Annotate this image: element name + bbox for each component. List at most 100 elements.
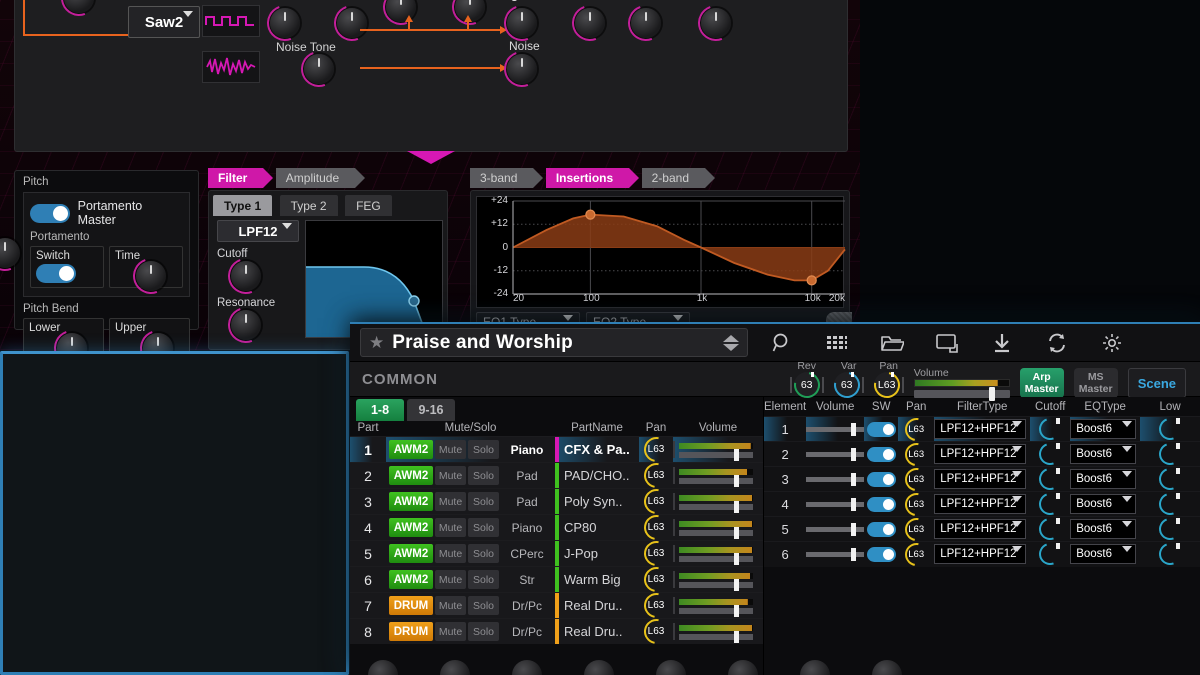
element-eq-type-cell[interactable]: Boost6	[1070, 441, 1141, 467]
portamento-time-knob[interactable]	[127, 252, 175, 300]
element-volume-slider[interactable]	[806, 447, 865, 461]
table-row[interactable]: 4 AWM2 Mute Solo Piano CP80 L63	[350, 510, 763, 545]
solo-button[interactable]: Solo	[468, 570, 499, 589]
row3-knob-3[interactable]	[622, 0, 670, 47]
element-eq-type-select[interactable]: Boost6	[1070, 494, 1137, 514]
element-sw-toggle[interactable]	[866, 546, 896, 562]
element-sw-toggle[interactable]	[866, 496, 896, 512]
element-low-knob[interactable]	[1155, 489, 1185, 519]
part-name-cell[interactable]: Real Dru..	[555, 618, 639, 644]
part-volume-cell[interactable]	[673, 592, 763, 619]
rev-knob[interactable]: 63	[788, 366, 825, 404]
solo-button[interactable]: Solo	[468, 440, 499, 459]
element-filter-type-select[interactable]: LPF12+HPF12	[934, 419, 1027, 439]
resonance-knob[interactable]	[222, 301, 270, 349]
part-name-cell[interactable]: CP80	[555, 514, 639, 541]
solo-button[interactable]: Solo	[468, 596, 499, 615]
table-row[interactable]: 3 L63 LPF12+HPF12 Boost6	[764, 462, 1200, 496]
gear-icon[interactable]	[1084, 324, 1139, 361]
element-pan-cell[interactable]: L63	[898, 538, 935, 571]
element-filter-type-select[interactable]: LPF12+HPF12	[934, 519, 1027, 539]
element-cutoff-knob[interactable]	[1035, 464, 1065, 494]
solo-button[interactable]: Solo	[468, 622, 499, 641]
element-cutoff-knob[interactable]	[1035, 489, 1065, 519]
element-eq-type-cell[interactable]: Boost6	[1070, 416, 1141, 442]
element-low-cell[interactable]	[1140, 439, 1200, 469]
solo-button[interactable]: Solo	[468, 518, 499, 537]
part-pan-cell[interactable]: L63	[638, 458, 674, 493]
bottom-knob-3[interactable]	[512, 660, 542, 675]
part-volume-slider[interactable]	[679, 605, 753, 617]
pan-knob[interactable]: L63	[868, 366, 905, 404]
cutoff-knob[interactable]	[222, 252, 270, 300]
element-volume-slider[interactable]	[806, 472, 865, 486]
element-pan-cell[interactable]: L63	[898, 462, 935, 496]
waveform-preview-noise[interactable]	[202, 51, 260, 83]
part-pan-cell[interactable]: L63	[638, 562, 674, 597]
table-row[interactable]: 1 AWM2 Mute Solo Piano CFX & Pa.. L63	[350, 432, 763, 467]
element-filter-type-select[interactable]: LPF12+HPF12	[934, 444, 1027, 464]
grid-icon[interactable]	[809, 324, 864, 361]
element-filter-type-cell[interactable]: LPF12+HPF12	[934, 441, 1031, 467]
element-sw-cell[interactable]	[864, 441, 899, 467]
part-pan-knob[interactable]: L63	[638, 588, 674, 623]
bottom-knob-7[interactable]	[800, 660, 830, 675]
element-cutoff-cell[interactable]	[1030, 439, 1071, 469]
element-cutoff-cell[interactable]	[1030, 489, 1071, 519]
osc3-param-knob-b[interactable]	[328, 0, 376, 47]
mute-button[interactable]: Mute	[435, 518, 466, 537]
element-eq-type-cell[interactable]: Boost6	[1070, 516, 1141, 542]
element-pan-cell[interactable]: L63	[898, 512, 935, 546]
element-sw-cell[interactable]	[864, 416, 899, 442]
subtab-type-2[interactable]: Type 2	[279, 195, 338, 216]
row3-knob-2[interactable]	[566, 0, 614, 47]
element-pan-knob[interactable]: L63	[900, 412, 933, 446]
element-sw-cell[interactable]	[864, 466, 899, 492]
element-filter-type-select[interactable]: LPF12+HPF12	[934, 469, 1027, 489]
element-filter-type-cell[interactable]: LPF12+HPF12	[934, 516, 1031, 542]
table-row[interactable]: 8 DRUM Mute Solo Dr/Pc Real Dru.. L63	[350, 614, 763, 649]
element-cutoff-cell[interactable]	[1030, 464, 1071, 494]
element-volume-cell[interactable]	[806, 466, 865, 492]
element-filter-type-cell[interactable]: LPF12+HPF12	[934, 416, 1031, 442]
subtab-type-1[interactable]: Type 1	[213, 195, 273, 216]
table-row[interactable]: 2 AWM2 Mute Solo Pad PAD/CHO.. L63	[350, 458, 763, 493]
element-filter-type-cell[interactable]: LPF12+HPF12	[934, 491, 1031, 517]
tab-insertions[interactable]: Insertions	[545, 168, 640, 188]
element-cutoff-knob[interactable]	[1035, 439, 1065, 469]
part-pan-knob[interactable]: L63	[638, 536, 674, 571]
mute-button[interactable]: Mute	[435, 596, 466, 615]
monitor-icon[interactable]	[919, 324, 974, 361]
solo-button[interactable]: Solo	[468, 544, 499, 563]
element-pan-cell[interactable]: L63	[898, 412, 935, 446]
element-pan-knob[interactable]: L63	[900, 538, 933, 571]
mute-button[interactable]: Mute	[435, 492, 466, 511]
part-volume-slider[interactable]	[679, 475, 753, 487]
tab-filter[interactable]: Filter	[208, 168, 274, 188]
table-row[interactable]: 6 AWM2 Mute Solo Str Warm Big L63	[350, 562, 763, 597]
element-sw-cell[interactable]	[864, 516, 899, 542]
element-sw-toggle[interactable]	[866, 471, 896, 487]
part-name-cell[interactable]: Real Dru..	[555, 592, 639, 619]
bottom-knob-2[interactable]	[440, 660, 470, 675]
table-row[interactable]: 5 AWM2 Mute Solo CPerc J-Pop L63	[350, 536, 763, 571]
element-low-knob[interactable]	[1155, 439, 1185, 469]
part-pan-knob[interactable]: L63	[638, 484, 674, 519]
subtab-feg[interactable]: FEG	[345, 195, 392, 216]
part-name-cell[interactable]: J-Pop	[555, 540, 639, 567]
element-volume-cell[interactable]	[806, 541, 865, 567]
part-name-cell[interactable]: CFX & Pa..	[555, 436, 639, 463]
part-pan-cell[interactable]: L63	[638, 510, 674, 545]
element-pan-knob[interactable]: L63	[900, 487, 933, 521]
part-pan-cell[interactable]: L63	[638, 484, 674, 519]
noise-level-knob[interactable]	[498, 45, 546, 93]
element-filter-type-select[interactable]: LPF12+HPF12	[934, 494, 1027, 514]
table-row[interactable]: 5 L63 LPF12+HPF12 Boost6	[764, 512, 1200, 546]
bottom-knob-1[interactable]	[368, 660, 398, 675]
element-low-cell[interactable]	[1140, 539, 1200, 569]
tab-parts-1-8[interactable]: 1-8	[356, 399, 404, 421]
filter-curve-display[interactable]	[305, 220, 443, 338]
folder-icon[interactable]	[864, 324, 919, 361]
part-name-cell[interactable]: Warm Big	[555, 566, 639, 593]
part-pan-knob[interactable]: L63	[638, 432, 674, 467]
